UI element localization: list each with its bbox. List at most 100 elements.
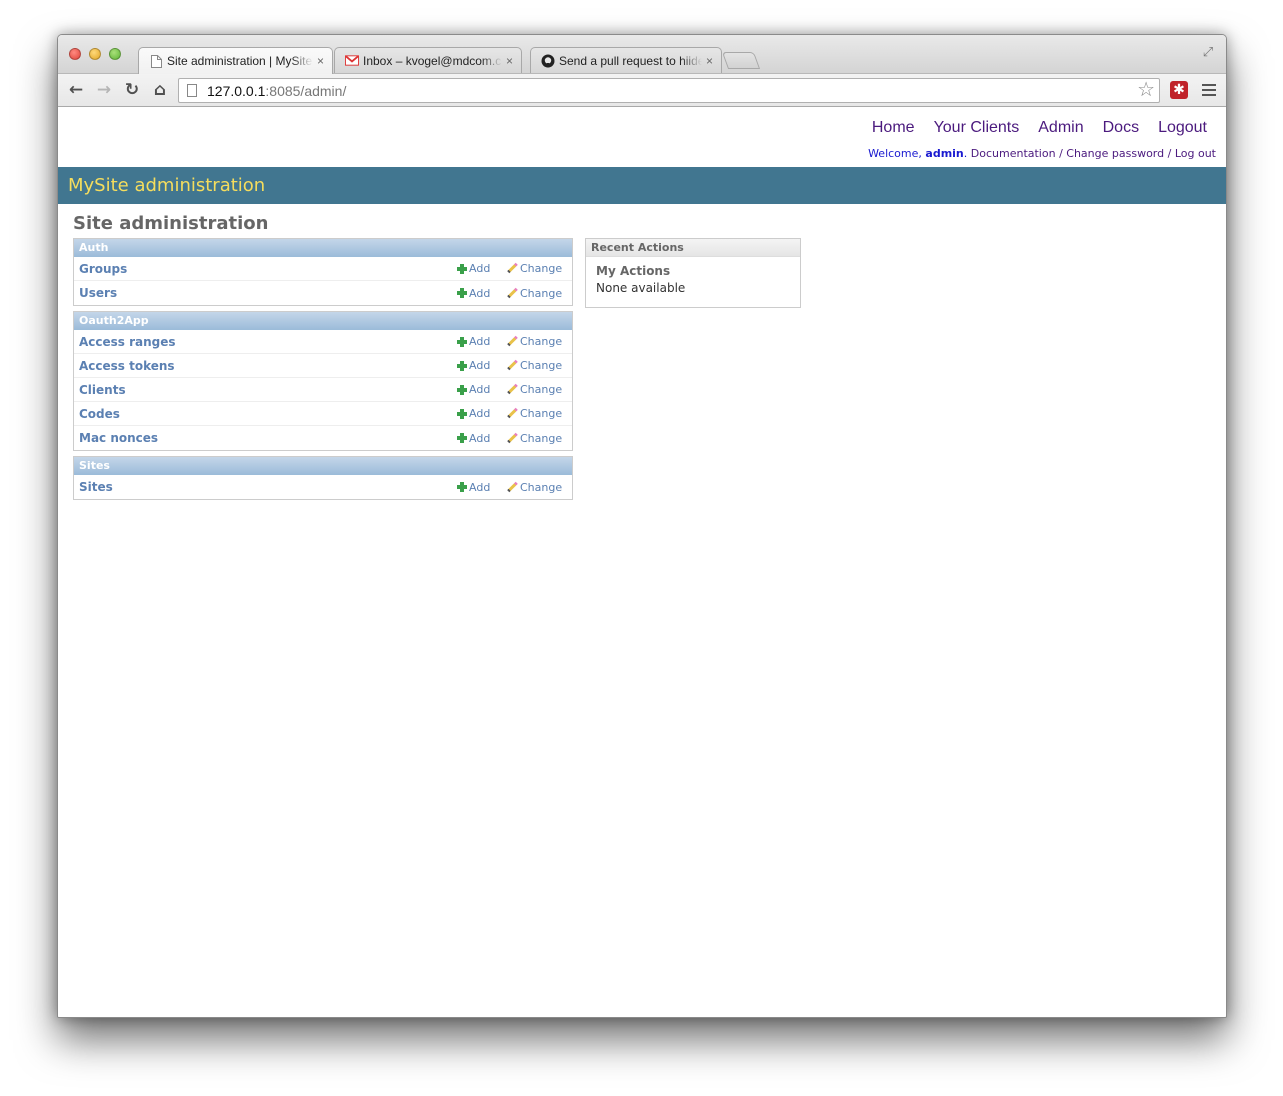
maximize-window-button[interactable] — [109, 48, 121, 60]
change-label: Change — [520, 383, 563, 396]
no-actions-text: None available — [596, 281, 686, 295]
tab-strip: Site administration | MySite admin × Inb… — [58, 35, 1226, 74]
change-label: Change — [520, 262, 563, 275]
module-caption[interactable]: Oauth2App — [74, 312, 572, 330]
document-icon — [149, 54, 163, 68]
recent-actions-caption: Recent Actions — [586, 239, 800, 257]
plus-icon — [457, 433, 467, 443]
change-label: Change — [520, 480, 563, 494]
model-link-sites[interactable]: Sites — [74, 480, 572, 494]
nav-docs[interactable]: Docs — [1103, 119, 1139, 137]
welcome-period: . — [963, 147, 968, 160]
separator: / — [1055, 147, 1067, 160]
minimize-window-button[interactable] — [89, 48, 101, 60]
model-link-clients[interactable]: Clients — [74, 383, 572, 397]
change-mac-nonces-link[interactable]: Change — [507, 432, 562, 445]
model-row: Users Add Change — [74, 281, 572, 305]
new-tab-button[interactable] — [721, 52, 761, 69]
model-link-access-ranges[interactable]: Access ranges — [74, 335, 572, 349]
tab-title: Send a pull request to hiidef — [559, 53, 702, 68]
change-codes-link[interactable]: Change — [507, 407, 562, 420]
plus-icon — [457, 360, 467, 371]
model-link-codes[interactable]: Codes — [74, 407, 572, 421]
module-caption[interactable]: Auth — [74, 239, 572, 257]
model-link-groups[interactable]: Groups — [74, 262, 572, 276]
back-icon[interactable]: ← — [62, 76, 90, 104]
github-icon — [541, 54, 555, 68]
hamburger-menu-icon[interactable] — [1201, 82, 1217, 98]
nav-logout[interactable]: Logout — [1158, 119, 1207, 137]
model-link-access-tokens[interactable]: Access tokens — [74, 359, 572, 373]
model-link-users[interactable]: Users — [74, 286, 572, 300]
pencil-icon — [507, 336, 518, 347]
separator: / — [1164, 147, 1175, 160]
change-label: Change — [520, 407, 563, 420]
add-label: Add — [469, 286, 491, 300]
bookmark-star-icon[interactable]: ☆ — [1137, 79, 1155, 102]
close-tab-icon[interactable]: × — [706, 54, 713, 68]
page-title: Site administration — [73, 213, 269, 234]
reload-icon[interactable]: ↻ — [118, 76, 146, 104]
add-label: Add — [469, 407, 491, 420]
add-groups-link[interactable]: Add — [457, 262, 490, 275]
documentation-link[interactable]: Documentation — [971, 147, 1056, 160]
pencil-icon — [507, 408, 518, 419]
change-label: Change — [520, 335, 563, 348]
add-clients-link[interactable]: Add — [457, 383, 490, 396]
user-tools: Welcome, admin. Documentation / Change p… — [868, 147, 1216, 160]
welcome-label: Welcome, — [868, 147, 926, 160]
plus-icon — [457, 288, 467, 298]
module-auth: Auth Groups Add Change Users Add Change — [73, 238, 573, 306]
lastpass-extension-icon[interactable]: ✱ — [1170, 81, 1188, 99]
model-row: Access tokens Add Change — [74, 354, 572, 378]
close-window-button[interactable] — [69, 48, 81, 60]
pencil-icon — [507, 433, 518, 444]
log-out-link[interactable]: Log out — [1175, 147, 1216, 160]
pencil-icon — [507, 263, 518, 274]
add-label: Add — [469, 262, 491, 275]
tab-inbox[interactable]: Inbox – kvogel@mdcom.com × — [334, 47, 522, 73]
recent-actions-module: Recent Actions My Actions None available — [585, 238, 801, 308]
close-tab-icon[interactable]: × — [317, 54, 324, 68]
pencil-icon — [507, 384, 518, 395]
change-access-ranges-link[interactable]: Change — [507, 335, 562, 348]
add-codes-link[interactable]: Add — [457, 407, 490, 420]
tab-title: Inbox – kvogel@mdcom.com — [363, 53, 502, 68]
browser-window: Site administration | MySite admin × Inb… — [57, 34, 1227, 1018]
admin-header: MySite administration — [58, 167, 1226, 204]
module-oauth2app: Oauth2App Access ranges Add Change Acces… — [73, 311, 573, 451]
tab-title: Site administration | MySite admin — [167, 54, 313, 68]
add-users-link[interactable]: Add — [457, 287, 490, 300]
change-users-link[interactable]: Change — [507, 287, 562, 300]
nav-admin[interactable]: Admin — [1038, 119, 1083, 137]
change-sites-link[interactable]: Change — [507, 481, 562, 494]
add-label: Add — [469, 480, 491, 494]
plus-icon — [457, 263, 467, 274]
browser-toolbar: ← → ↻ ⌂ 127.0.0.1:8085/admin/ ☆ ✱ — [58, 73, 1226, 107]
model-row: Sites Add Change — [74, 475, 572, 499]
add-label: Add — [469, 359, 491, 372]
plus-icon — [457, 384, 467, 395]
home-icon[interactable]: ⌂ — [146, 76, 174, 104]
nav-your-clients[interactable]: Your Clients — [934, 119, 1020, 137]
nav-home[interactable]: Home — [872, 119, 915, 137]
model-link-mac-nonces[interactable]: Mac nonces — [74, 431, 572, 445]
welcome-text: Welcome, admin. — [868, 147, 967, 160]
module-caption[interactable]: Sites — [74, 457, 572, 475]
tab-github[interactable]: Send a pull request to hiidef × — [530, 47, 722, 73]
site-branding: MySite administration — [68, 175, 266, 196]
add-sites-link[interactable]: Add — [457, 481, 490, 494]
fullscreen-icon[interactable]: ⤢ — [1200, 45, 1216, 61]
change-clients-link[interactable]: Change — [507, 383, 562, 396]
tab-site-administration[interactable]: Site administration | MySite admin × — [138, 47, 333, 74]
add-access-ranges-link[interactable]: Add — [457, 335, 490, 348]
add-mac-nonces-link[interactable]: Add — [457, 432, 490, 445]
forward-icon[interactable]: → — [90, 76, 118, 104]
change-label: Change — [520, 359, 563, 372]
change-access-tokens-link[interactable]: Change — [507, 359, 562, 372]
change-password-link[interactable]: Change password — [1066, 147, 1164, 160]
change-groups-link[interactable]: Change — [507, 262, 562, 275]
close-tab-icon[interactable]: × — [506, 54, 513, 68]
address-bar[interactable]: 127.0.0.1:8085/admin/ ☆ — [178, 78, 1160, 103]
add-access-tokens-link[interactable]: Add — [457, 359, 490, 372]
